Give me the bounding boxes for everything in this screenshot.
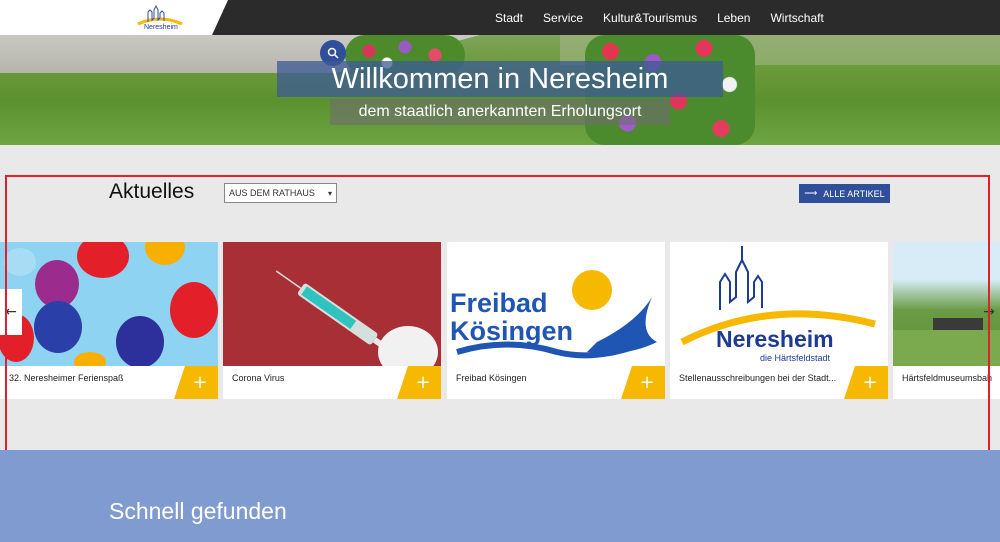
card-plus-button[interactable]: +: [397, 366, 441, 399]
card-caption: 32. Neresheimer Ferienspaß: [9, 373, 124, 383]
nav-item-leben[interactable]: Leben: [717, 11, 750, 25]
carousel-next-button[interactable]: →: [978, 289, 1000, 335]
card-plus-button[interactable]: +: [844, 366, 888, 399]
card-caption: Freibad Kösingen: [456, 373, 527, 383]
card-plus-button[interactable]: +: [174, 366, 218, 399]
card-caption: Stellenausschreibungen bei der Stadt...: [679, 373, 837, 383]
category-filter-select[interactable]: AUS DEM RATHAUS ▾: [224, 183, 337, 203]
hero-subtitle: dem staatlich anerkannten Erholungsort: [330, 99, 670, 125]
card-image-neresheim-logo: Neresheim die Härtsfeldstadt: [670, 242, 888, 366]
card-caption: Härtsfeldmuseumsbah: [902, 373, 993, 383]
logo-text: Neresheim: [144, 24, 178, 31]
section-title-schnell-gefunden: Schnell gefunden: [109, 498, 287, 524]
aktuelles-section: Aktuelles AUS DEM RATHAUS ▾ ⟶ ALLE ARTIK…: [0, 145, 1000, 450]
freibad-logo-line1: Freibad: [450, 288, 548, 318]
news-card-freibad[interactable]: Freibad Kösingen Freibad Kösingen +: [447, 242, 665, 399]
card-image-freibad-logo: Freibad Kösingen: [447, 242, 665, 366]
search-icon: [327, 47, 339, 59]
nav-item-kultur-tourismus[interactable]: Kultur&Tourismus: [603, 11, 697, 25]
neresheim-logo-tagline: die Härtsfeldstadt: [760, 353, 831, 363]
plus-icon: +: [639, 372, 655, 393]
section-title-aktuelles: Aktuelles: [109, 180, 195, 203]
carousel-prev-button[interactable]: ←: [0, 289, 22, 335]
news-card-corona[interactable]: Corona Virus +: [223, 242, 441, 399]
card-image-balloons: [0, 242, 218, 366]
hero-title: Willkommen in Neresheim: [277, 61, 723, 97]
news-card-stellenausschreibungen[interactable]: Neresheim die Härtsfeldstadt Stellenauss…: [670, 242, 888, 399]
balloons-image: [0, 242, 218, 366]
syringe-image: [223, 242, 441, 366]
arrow-right-icon: ⟶: [804, 188, 818, 198]
schnell-gefunden-section: Schnell gefunden: [0, 450, 1000, 542]
card-plus-button[interactable]: +: [621, 366, 665, 399]
news-card-ferienspass[interactable]: 32. Neresheimer Ferienspaß +: [0, 242, 218, 399]
all-articles-label: ALLE ARTIKEL: [823, 188, 885, 199]
card-image-syringe: [223, 242, 441, 366]
logo-area[interactable]: [0, 0, 228, 35]
main-nav: Stadt Service Kultur&Tourismus Leben Wir…: [485, 0, 834, 35]
chevron-down-icon: ▾: [327, 188, 332, 198]
nav-item-stadt[interactable]: Stadt: [495, 11, 523, 25]
plus-icon: +: [415, 372, 431, 393]
nav-item-wirtschaft[interactable]: Wirtschaft: [770, 11, 823, 25]
arrow-left-icon: ←: [5, 304, 17, 320]
freibad-logo-line2: Kösingen: [450, 316, 574, 346]
plus-icon: +: [192, 372, 208, 393]
all-articles-button[interactable]: ⟶ ALLE ARTIKEL: [799, 184, 890, 203]
neresheim-logo-name: Neresheim: [716, 326, 834, 352]
filter-selected-value: AUS DEM RATHAUS: [229, 188, 315, 198]
card-caption: Corona Virus: [232, 373, 285, 383]
arrow-right-icon: →: [983, 304, 995, 320]
top-navigation-bar: Neresheim Stadt Service Kultur&Tourismus…: [0, 0, 1000, 35]
nav-item-service[interactable]: Service: [543, 11, 583, 25]
plus-icon: +: [862, 372, 878, 393]
